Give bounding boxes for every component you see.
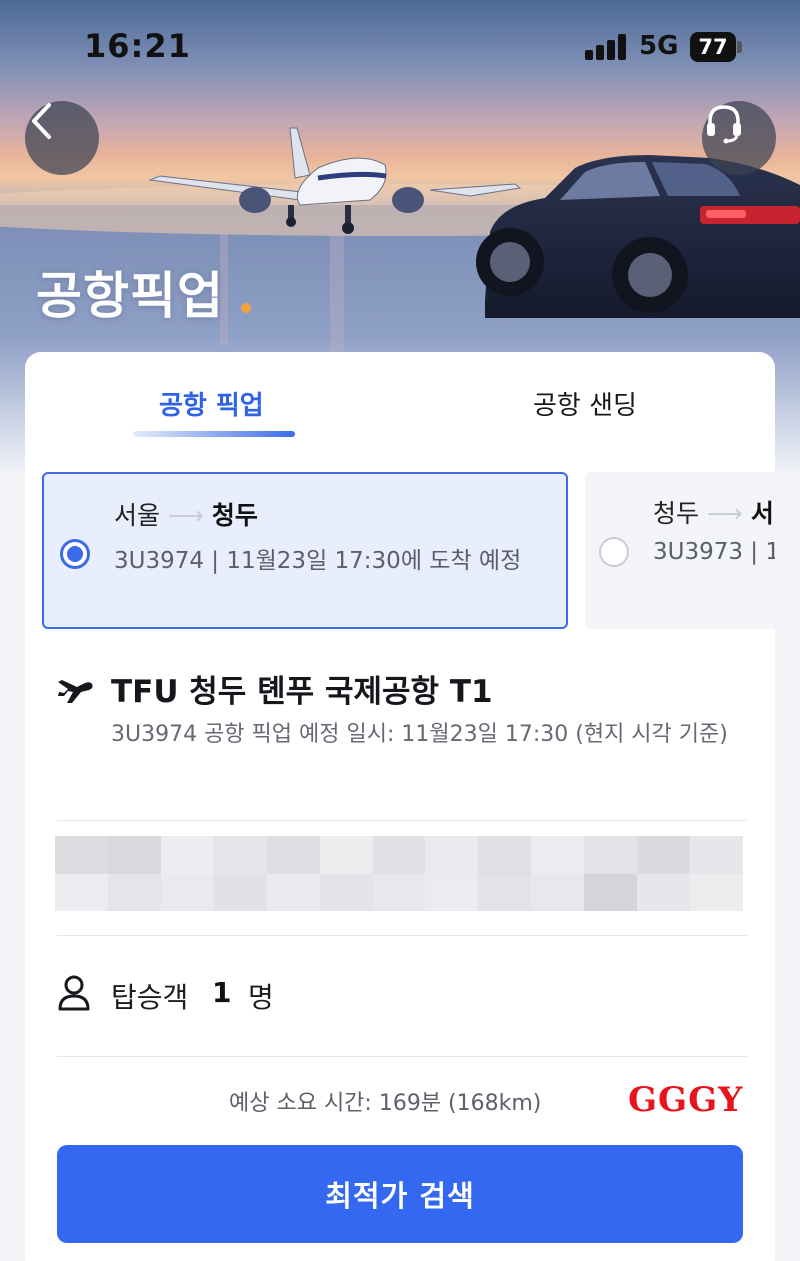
route-from: 서울 [114,501,161,530]
flight-option-outbound[interactable]: 청두 ⟶ 서 3U3973 | 1 [585,472,775,629]
battery-cap [737,41,742,53]
divider [57,820,747,821]
title-accent-dot [241,303,251,313]
radio-selected-icon[interactable] [60,539,90,569]
search-best-price-button[interactable]: 최적가 검색 [57,1145,743,1243]
flight-info: 3U3974 | 11월23일 17:30에 도착 예정 [114,548,522,574]
person-icon [58,975,90,1011]
passenger-count[interactable]: 1 [212,976,231,1009]
redacted-address-field[interactable] [55,836,743,911]
passenger-label: 탑승객 [111,981,189,1014]
status-time: 16:21 [84,27,191,65]
divider [57,1056,747,1057]
radio-unselected-icon[interactable] [599,537,629,567]
battery-icon: 77 [690,32,736,62]
chevron-left-icon [32,103,51,139]
page-title: 공항픽업 [36,267,224,325]
arrow-right-icon: ⟶ [707,499,743,528]
booking-card: 공항 픽업 공항 샌딩 서울 ⟶ 청두 3U3974 | 11월23일 17:30에… [25,352,775,1261]
network-label: 5G [639,31,679,61]
tab-airport-pickup[interactable]: 공항 픽업 [159,385,264,422]
signal-icon [585,34,629,60]
headset-icon [707,105,741,144]
tab-airport-sending[interactable]: 공항 샌딩 [533,385,637,422]
passenger-unit: 명 [248,981,274,1014]
route-to: 청두 [211,501,258,530]
customer-support-button[interactable] [702,101,776,175]
arrow-right-icon: ⟶ [168,501,204,530]
airplane-icon [58,680,93,703]
route-from: 청두 [653,499,700,528]
airport-name: TFU 청두 톈푸 국제공항 T1 [111,674,493,710]
divider [57,935,747,936]
back-button[interactable] [25,101,99,175]
flight-route: 청두 ⟶ 서 [653,494,774,530]
flight-option-inbound[interactable]: 서울 ⟶ 청두 3U3974 | 11월23일 17:30에 도착 예정 [42,472,568,629]
watermark: GGGY [628,1080,744,1120]
pickup-schedule-note: 3U3974 공항 픽업 예정 일시: 11월23일 17:30 (현지 시각 … [111,722,728,747]
flight-info: 3U3973 | 1 [653,539,775,565]
flight-route: 서울 ⟶ 청두 [114,496,258,532]
estimated-duration: 예상 소요 시간: 169분 (168km) [229,1091,542,1116]
active-tab-indicator [133,431,295,437]
route-to: 서 [750,499,774,528]
